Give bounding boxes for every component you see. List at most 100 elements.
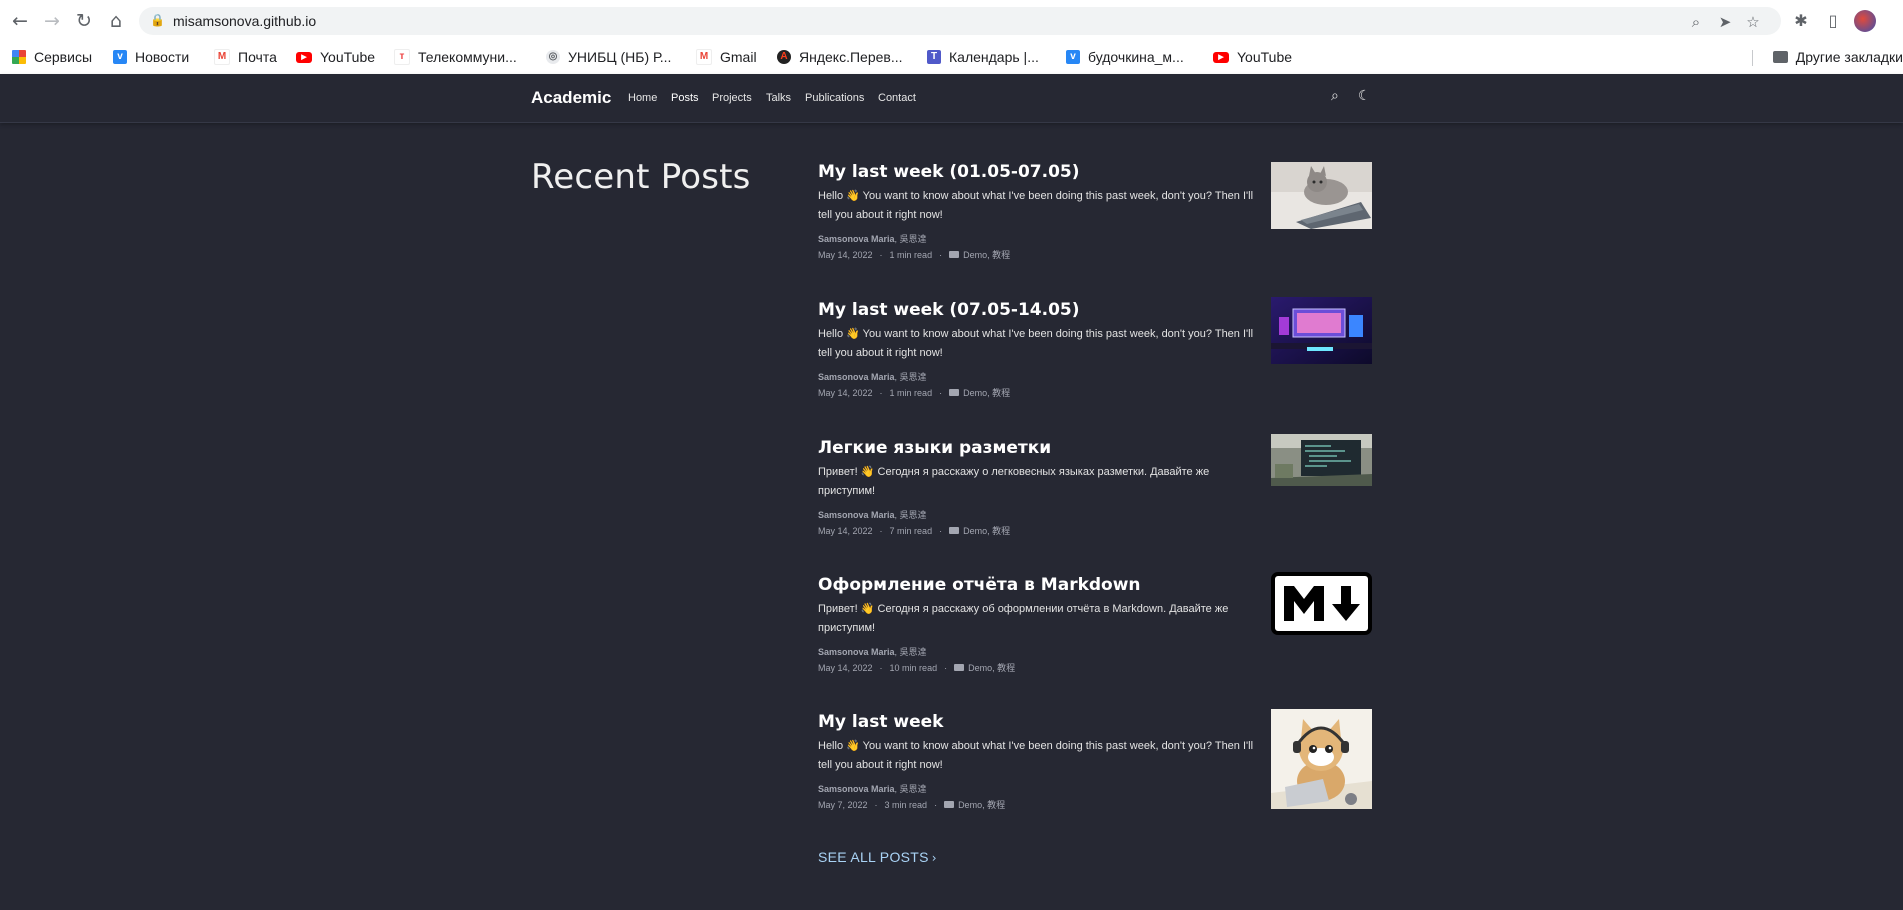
send-icon[interactable]: ➤: [1715, 14, 1735, 30]
bookmark-gmail[interactable]: M Gmail: [696, 47, 757, 67]
post-title[interactable]: My last week: [818, 712, 943, 732]
zoom-icon[interactable]: ⌕: [1686, 14, 1706, 30]
folder-icon: [944, 801, 955, 808]
post-date: May 14, 2022: [818, 388, 873, 398]
dark-mode-icon[interactable]: ☾: [1358, 88, 1371, 104]
site-brand[interactable]: Academic: [531, 88, 611, 108]
post-meta: May 7, 2022 · 3 min read · Demo, 教程: [818, 800, 1006, 810]
bookmark-telecom[interactable]: т Телекоммуни...: [394, 47, 517, 67]
post-meta: May 14, 2022 · 1 min read · Demo, 教程: [818, 388, 1011, 398]
other-bookmarks[interactable]: Другие закладки: [1772, 47, 1903, 67]
post-summary: Hello 👋 You want to know about what I've…: [818, 190, 1254, 221]
globe-icon: ◎: [546, 50, 560, 64]
post-title[interactable]: My last week (01.05-07.05): [818, 162, 1080, 182]
side-panel-icon[interactable]: ▯: [1822, 10, 1844, 32]
page-title: Recent Posts: [531, 157, 751, 197]
post-title[interactable]: Оформление отчёта в Markdown: [818, 575, 1141, 595]
coauthor-name[interactable]: 吳恩達: [900, 234, 927, 244]
vk-icon: v: [1066, 50, 1080, 64]
gmail-icon: M: [214, 49, 230, 65]
folder-icon: [949, 389, 960, 396]
chevron-right-icon: ›: [931, 851, 937, 865]
bookmark-star-icon[interactable]: ☆: [1743, 14, 1763, 30]
nav-contact[interactable]: Contact: [878, 92, 916, 104]
author-name[interactable]: Samsonova Maria: [818, 784, 895, 794]
nav-posts[interactable]: Posts: [671, 92, 699, 104]
post-card: Оформление отчёта в Markdown Привет! 👋 С…: [818, 572, 1376, 685]
author-name[interactable]: Samsonova Maria: [818, 647, 895, 657]
coauthor-name[interactable]: 吳恩達: [900, 372, 927, 382]
post-thumbnail-laptop-code[interactable]: [1271, 434, 1372, 486]
bookmark-label: YouTube: [320, 49, 376, 65]
post-categories[interactable]: Demo, 教程: [963, 388, 1010, 398]
site-navbar: Academic Home Posts Projects Talks Publi…: [0, 74, 1903, 123]
nav-talks[interactable]: Talks: [766, 92, 791, 104]
bookmark-youtube-1[interactable]: ▶ YouTube: [296, 47, 375, 67]
yandex-translate-icon: A: [777, 50, 791, 64]
post-categories[interactable]: Demo, 教程: [963, 250, 1010, 260]
post-summary: Hello 👋 You want to know about what I've…: [818, 740, 1254, 771]
post-title[interactable]: My last week (07.05-14.05): [818, 300, 1080, 320]
post-meta: May 14, 2022 · 7 min read · Demo, 教程: [818, 526, 1011, 536]
bookmark-calendar[interactable]: T Календарь |...: [927, 47, 1039, 67]
reload-icon[interactable]: ↻: [72, 9, 96, 33]
lock-icon: 🔒: [150, 13, 165, 27]
coauthor-name[interactable]: 吳恩達: [900, 510, 927, 520]
browser-toolbar: ← → ↻ ⌂ 🔒 misamsonova.github.io ⌕ ➤ ☆ ✱ …: [0, 0, 1903, 42]
profile-avatar[interactable]: [1854, 10, 1876, 32]
post-authors: Samsonova Maria, 吳恩達: [818, 784, 927, 794]
nav-projects[interactable]: Projects: [712, 92, 752, 104]
post-categories[interactable]: Demo, 教程: [963, 526, 1010, 536]
home-icon[interactable]: ⌂: [104, 9, 128, 33]
read-time: 7 min read: [889, 526, 933, 536]
forward-icon[interactable]: →: [40, 9, 64, 33]
post-date: May 7, 2022: [818, 800, 868, 810]
bookmark-unibc[interactable]: ◎ УНИБЦ (НБ) Р...: [546, 47, 671, 67]
author-name[interactable]: Samsonova Maria: [818, 234, 895, 244]
post-thumbnail-cartoon-cat-headset[interactable]: [1271, 709, 1372, 809]
post-thumbnail-gaming-setup[interactable]: [1271, 297, 1372, 364]
search-icon[interactable]: ⌕: [1331, 88, 1339, 104]
telecom-icon: т: [394, 49, 410, 65]
bookmark-label: Календарь |...: [949, 49, 1039, 65]
bookmark-news[interactable]: v Новости: [113, 47, 189, 67]
post-authors: Samsonova Maria, 吳恩達: [818, 510, 927, 520]
bookmark-label: Новости: [135, 49, 190, 65]
read-time: 1 min read: [889, 388, 933, 398]
post-categories[interactable]: Demo, 教程: [968, 663, 1015, 673]
author-name[interactable]: Samsonova Maria: [818, 510, 895, 520]
apps-grid-icon: [12, 50, 26, 64]
nav-publications[interactable]: Publications: [805, 92, 864, 104]
bookmark-label: Яндекс.Перев...: [799, 49, 903, 65]
gmail-icon: M: [696, 49, 712, 65]
bookmark-label: Сервисы: [34, 49, 93, 65]
author-name[interactable]: Samsonova Maria: [818, 372, 895, 382]
vk-icon: v: [113, 50, 127, 64]
bookmark-mail[interactable]: M Почта: [214, 47, 277, 67]
folder-icon: [949, 527, 960, 534]
post-categories[interactable]: Demo, 教程: [958, 800, 1005, 810]
post-thumbnail-markdown-logo[interactable]: [1271, 572, 1372, 635]
coauthor-name[interactable]: 吳恩達: [900, 647, 927, 657]
see-all-posts-link[interactable]: SEE ALL POSTS ›: [818, 849, 937, 865]
post-thumbnail-cat-on-laptop[interactable]: [1271, 162, 1372, 229]
extensions-icon[interactable]: ✱: [1790, 10, 1812, 32]
nav-home[interactable]: Home: [628, 92, 657, 104]
bookmark-yandex-translate[interactable]: A Яндекс.Перев...: [777, 47, 903, 67]
coauthor-name[interactable]: 吳恩達: [900, 784, 927, 794]
address-bar[interactable]: 🔒 misamsonova.github.io ⌕ ➤ ☆: [139, 7, 1781, 35]
bookmarks-bar: Сервисы v Новости M Почта ▶ YouTube т Те…: [0, 42, 1903, 72]
post-card: My last week (01.05-07.05) Hello 👋 You w…: [818, 162, 1376, 272]
post-summary: Привет! 👋 Сегодня я расскажу о легковесн…: [818, 466, 1210, 497]
bookmark-vk-user[interactable]: v будочкина_м...: [1066, 47, 1184, 67]
post-date: May 14, 2022: [818, 526, 873, 536]
bookmark-youtube-2[interactable]: ▶ YouTube: [1213, 47, 1292, 67]
bookmark-label: Почта: [238, 49, 277, 65]
url-text[interactable]: misamsonova.github.io: [173, 13, 316, 29]
bookmark-label: УНИБЦ (НБ) Р...: [568, 49, 672, 65]
post-authors: Samsonova Maria, 吳恩達: [818, 372, 927, 382]
back-icon[interactable]: ←: [8, 9, 32, 33]
post-title[interactable]: Легкие языки разметки: [818, 438, 1051, 458]
bookmark-apps[interactable]: Сервисы: [12, 47, 92, 67]
post-summary: Привет! 👋 Сегодня я расскажу об оформлен…: [818, 603, 1229, 634]
